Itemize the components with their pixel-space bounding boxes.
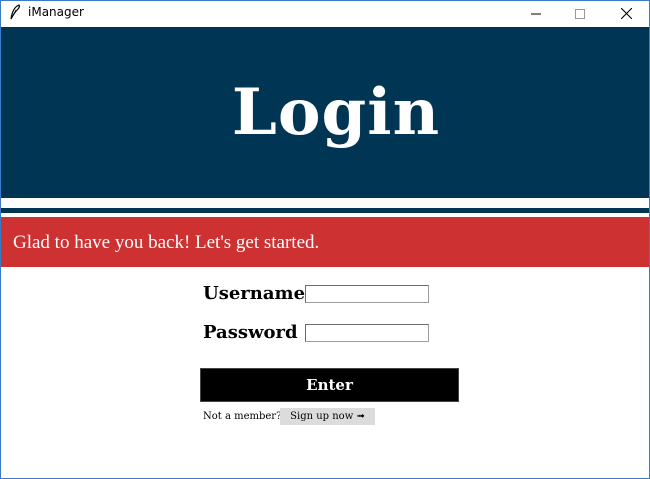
signup-button[interactable]: Sign up now ➟ bbox=[280, 408, 375, 425]
app-window: iManager Login Glad to have you back! Le… bbox=[0, 0, 650, 479]
minimize-button[interactable] bbox=[513, 1, 559, 26]
welcome-banner: Glad to have you back! Let's get started… bbox=[1, 217, 649, 267]
welcome-message: Glad to have you back! Let's get started… bbox=[13, 232, 320, 253]
maximize-button[interactable] bbox=[557, 1, 603, 26]
window-title: iManager bbox=[28, 5, 84, 19]
username-label: Username bbox=[203, 283, 306, 304]
title-bar[interactable]: iManager bbox=[1, 1, 649, 26]
enter-button[interactable]: Enter bbox=[200, 368, 459, 402]
close-icon bbox=[620, 4, 632, 23]
login-header: Login bbox=[1, 27, 649, 198]
username-input[interactable] bbox=[305, 285, 429, 303]
password-label: Password bbox=[203, 322, 298, 343]
page-title: Login bbox=[231, 75, 441, 150]
feather-icon bbox=[9, 4, 21, 20]
maximize-icon bbox=[575, 4, 585, 23]
password-input[interactable] bbox=[305, 324, 429, 342]
not-member-text: Not a member? bbox=[203, 411, 282, 422]
header-divider bbox=[1, 208, 649, 213]
minimize-icon bbox=[531, 4, 541, 23]
close-button[interactable] bbox=[603, 1, 649, 26]
